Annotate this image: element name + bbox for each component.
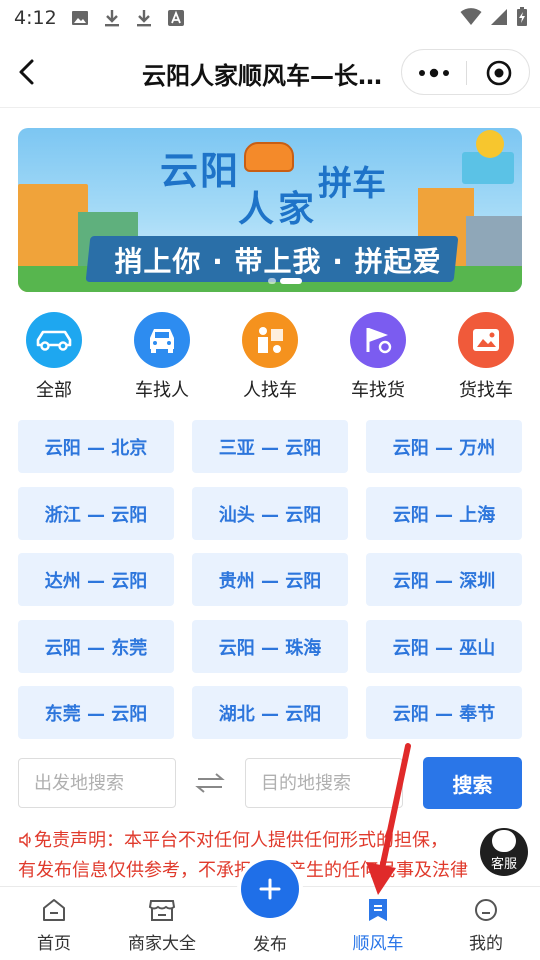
category-people-seek-car[interactable]: 人找车 (220, 312, 320, 402)
route-button[interactable]: 达州 — 云阳 (18, 553, 174, 606)
publish-button[interactable] (241, 860, 299, 918)
home-icon (0, 887, 108, 923)
customer-service-button[interactable]: 客服 (480, 828, 528, 876)
route-button[interactable]: 湖北 — 云阳 (192, 686, 348, 739)
target-close-icon (486, 60, 512, 86)
tab-merchants[interactable]: 商家大全 (108, 887, 216, 960)
title-bar: 云阳人家顺风车—长… (0, 36, 540, 108)
route-button[interactable]: 云阳 — 万州 (366, 420, 522, 473)
route-button[interactable]: 贵州 — 云阳 (192, 553, 348, 606)
flag-location-icon (350, 312, 406, 368)
tab-label: 我的 (469, 934, 503, 954)
route-button[interactable]: 云阳 — 巫山 (366, 620, 522, 673)
car-outline-icon (26, 312, 82, 368)
download-icon (134, 9, 153, 27)
banner-slogan: 捎上你 · 带上我 · 拼起爱 (114, 245, 442, 278)
car-front-icon (134, 312, 190, 368)
search-button[interactable]: 搜索 (423, 757, 522, 809)
page-title: 云阳人家顺风车—长… (142, 62, 382, 90)
category-cargo-seeks-car[interactable]: 货找车 (436, 312, 536, 402)
tab-label: 商家大全 (128, 934, 196, 954)
tab-profile[interactable]: 我的 (432, 887, 540, 960)
route-button[interactable]: 云阳 — 北京 (18, 420, 174, 473)
person-flag-icon (242, 312, 298, 368)
category-car-seeks-cargo[interactable]: 车找货 (328, 312, 428, 402)
route-button[interactable]: 云阳 — 深圳 (366, 553, 522, 606)
banner-pagination (268, 278, 302, 284)
tab-rideshare[interactable]: 顺风车 (324, 887, 432, 960)
route-button[interactable]: 云阳 — 奉节 (366, 686, 522, 739)
image-frame-icon (458, 312, 514, 368)
speaker-icon (19, 832, 31, 848)
shop-icon (108, 887, 216, 923)
category-label: 车找货 (351, 380, 405, 401)
signal-icon (490, 8, 508, 30)
route-button[interactable]: 汕头 — 云阳 (192, 487, 348, 540)
swap-arrows-icon (195, 773, 225, 793)
banner-title-1: 云阳 (160, 149, 241, 193)
route-button[interactable]: 云阳 — 上海 (366, 487, 522, 540)
category-all[interactable]: 全部 (4, 312, 104, 402)
swap-button[interactable] (192, 766, 228, 800)
more-button[interactable] (402, 50, 466, 96)
destination-search-input[interactable] (245, 758, 403, 808)
tab-home[interactable]: 首页 (0, 887, 108, 960)
back-button[interactable] (12, 54, 42, 90)
battery-charging-icon (516, 7, 528, 31)
font-icon (166, 9, 185, 27)
route-button[interactable]: 三亚 — 云阳 (192, 420, 348, 473)
route-button[interactable]: 云阳 — 珠海 (192, 620, 348, 673)
image-icon (70, 9, 89, 27)
category-car-seeks-people[interactable]: 车找人 (112, 312, 212, 402)
status-system-icons (460, 7, 528, 31)
category-label: 全部 (36, 380, 72, 401)
category-label: 货找车 (459, 380, 513, 401)
car-mascot-illustration (244, 142, 294, 172)
banner-title-3: 拼车 (318, 164, 386, 204)
download-icon (102, 9, 121, 27)
chevron-left-icon (19, 59, 34, 85)
status-time: 4:12 (14, 7, 57, 29)
agent-avatar-icon (492, 830, 516, 852)
banner-dot-active[interactable] (280, 278, 302, 284)
route-button[interactable]: 东莞 — 云阳 (18, 686, 174, 739)
disclaimer-text-1: 免责声明：本平台不对任何人提供任何形式的担保， (34, 830, 448, 851)
banner-dot[interactable] (268, 278, 276, 284)
category-label: 车找人 (135, 380, 189, 401)
plus-icon (259, 878, 281, 900)
sun-illustration (476, 130, 504, 158)
route-button[interactable]: 浙江 — 云阳 (18, 487, 174, 540)
customer-service-label: 客服 (490, 857, 517, 872)
more-dots-icon (419, 68, 449, 78)
promo-banner[interactable]: 云阳 人家 拼车 捎上你 · 带上我 · 拼起爱 (18, 128, 522, 292)
departure-search-input[interactable] (18, 758, 176, 808)
wifi-icon (460, 8, 482, 30)
close-miniprogram-button[interactable] (467, 50, 531, 96)
status-notification-icons (70, 9, 185, 27)
category-label: 人找车 (243, 380, 297, 401)
route-button[interactable]: 云阳 — 东莞 (18, 620, 174, 673)
tab-label-active: 顺风车 (352, 934, 404, 954)
category-grid: 全部 车找人 人找车 车找货 货找车 (0, 312, 540, 402)
smile-icon (432, 887, 540, 923)
miniprogram-capsule (401, 49, 530, 95)
disclaimer-line-1: 免责声明：本平台不对任何人提供任何形式的担保， (18, 826, 522, 856)
bookmark-icon (324, 887, 432, 923)
publish-label: 发布 (253, 935, 287, 955)
tab-label: 首页 (37, 934, 71, 954)
status-bar: 4:12 (0, 0, 540, 36)
banner-title-2: 人家 (238, 189, 319, 230)
